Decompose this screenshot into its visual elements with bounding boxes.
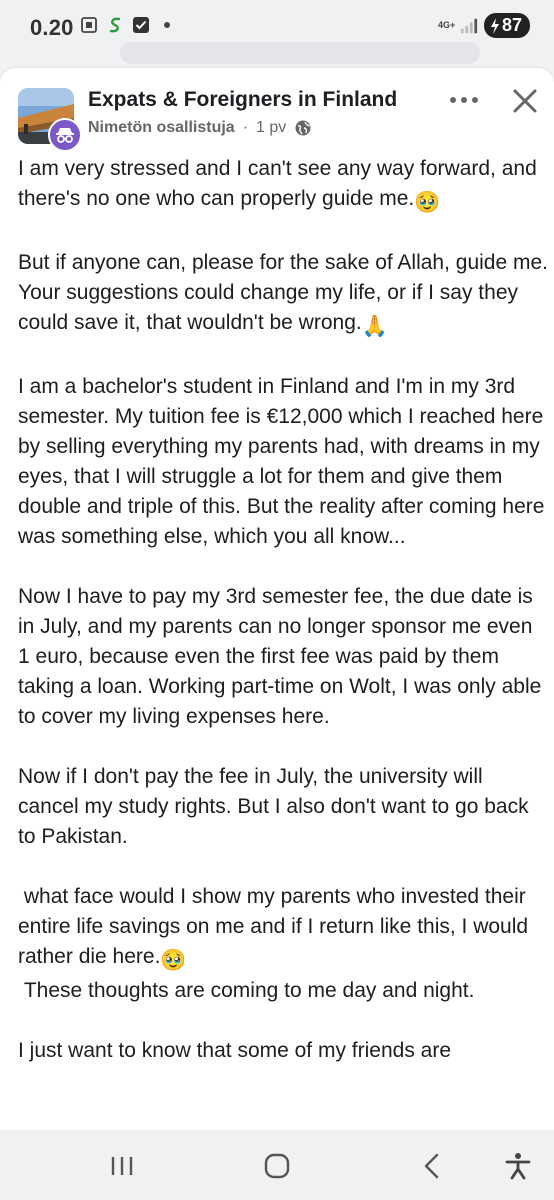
recent-apps-icon [111, 1157, 133, 1175]
screenshot-icon [80, 16, 98, 34]
post-paragraph: I just want to know that some of my frie… [18, 1039, 452, 1062]
close-button[interactable] [508, 84, 542, 118]
more-options-button[interactable] [444, 88, 484, 112]
post-paragraph: what face would I show my parents who in… [18, 882, 548, 976]
more-dots-icon [450, 97, 478, 103]
battery-level: 87 [501, 15, 522, 35]
pleading-face-emoji: 🥹 [160, 949, 187, 972]
anonymous-avatar[interactable] [48, 118, 82, 152]
status-right: 4G+ 87 [438, 13, 530, 38]
pray-emoji: 🙏 [361, 315, 388, 338]
group-name[interactable]: Expats & Foreigners in Finland [88, 88, 397, 112]
globe-icon [295, 120, 311, 136]
app-s-icon [106, 16, 124, 34]
accessibility-icon [505, 1153, 531, 1180]
back-arrow-icon [424, 1153, 439, 1179]
post-paragraph: I am a bachelor's student in Finland and… [18, 375, 551, 548]
network-type: 4G+ [437, 20, 456, 30]
author-name[interactable]: Nimetön osallistuja [88, 119, 235, 137]
home-button[interactable] [253, 1146, 301, 1186]
dot-icon [158, 16, 176, 34]
signal-icon [460, 17, 478, 35]
post-time[interactable]: 1 pv [256, 119, 286, 137]
address-bar-pill [120, 42, 480, 64]
post-body: I am very stressed and I can't see any w… [18, 154, 548, 1096]
pleading-face-emoji: 🥹 [414, 191, 441, 214]
battery-indicator: 87 [483, 13, 530, 38]
checkbox-notification-icon [132, 16, 150, 34]
recent-apps-button[interactable] [98, 1146, 146, 1186]
status-time: 0.20 [30, 15, 74, 40]
post-paragraph: Now if I don't pay the fee in July, the … [18, 765, 535, 848]
close-icon [513, 89, 537, 113]
home-icon [264, 1153, 290, 1179]
post-paragraph: These thoughts are coming to me day and … [18, 979, 475, 1002]
system-navigation-bar [0, 1130, 554, 1200]
status-bar: 0.20 4G+ 87 [0, 0, 554, 64]
post-paragraph: I am very stressed and I can't see any w… [18, 154, 548, 218]
post-card: Expats & Foreigners in Finland Nimetön o… [0, 68, 554, 1130]
accessibility-button[interactable] [494, 1146, 542, 1186]
post-paragraph: Now I have to pay my 3rd semester fee, t… [18, 585, 548, 728]
meta-separator: · [242, 119, 249, 136]
post-paragraph: But if anyone can, please for the sake o… [18, 248, 548, 342]
post-header: Expats & Foreigners in Finland Nimetön o… [0, 68, 554, 152]
back-button[interactable] [408, 1146, 456, 1186]
post-meta: Nimetön osallistuja · 1 pv [88, 119, 312, 137]
charging-icon [490, 17, 499, 34]
status-notification-icons [80, 16, 176, 34]
incognito-icon [56, 128, 74, 143]
